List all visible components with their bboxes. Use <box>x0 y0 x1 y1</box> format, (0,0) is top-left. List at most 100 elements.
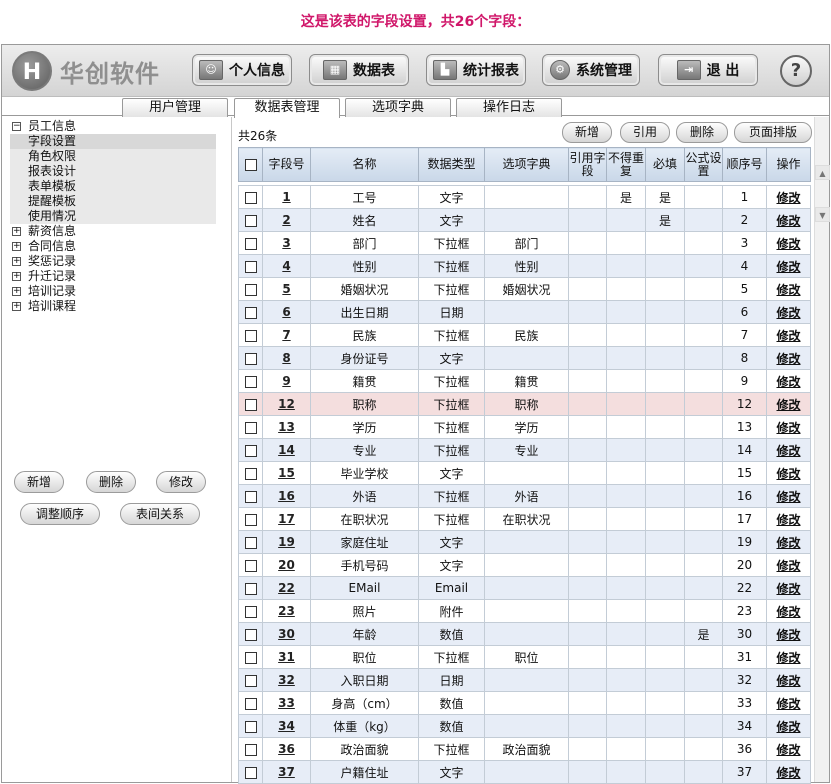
row-select-cell[interactable] <box>238 323 263 347</box>
expand-icon[interactable]: + <box>12 242 21 251</box>
row-select-cell[interactable] <box>238 231 263 255</box>
row-select-cell[interactable] <box>238 530 263 554</box>
nav-personal-info-button[interactable]: ☺ 个人信息 <box>192 54 292 86</box>
table-row[interactable]: 8 身份证号 文字 8 修改 <box>238 346 811 370</box>
table-row[interactable]: 23 照片 附件 23 修改 <box>238 599 811 623</box>
field-id-link[interactable]: 32 <box>262 668 311 692</box>
table-row[interactable]: 20 手机号码 文字 20 修改 <box>238 553 811 577</box>
edit-field-link[interactable]: 修改 <box>766 576 811 600</box>
tree-edit-button[interactable]: 修改 <box>156 471 206 493</box>
tree-node-reward-records[interactable]: + 奖惩记录 <box>10 254 216 269</box>
field-delete-button[interactable]: 删除 <box>676 122 728 143</box>
field-id-link[interactable]: 2 <box>262 208 311 232</box>
collapse-icon[interactable]: − <box>12 122 21 131</box>
row-checkbox[interactable] <box>244 421 257 434</box>
row-checkbox[interactable] <box>244 536 257 549</box>
row-checkbox[interactable] <box>244 628 257 641</box>
reorder-button[interactable]: 调整顺序 <box>20 503 100 525</box>
row-select-cell[interactable] <box>238 415 263 439</box>
row-checkbox[interactable] <box>244 375 257 388</box>
tree-node-contract-info[interactable]: + 合同信息 <box>10 239 216 254</box>
field-id-link[interactable]: 22 <box>262 576 311 600</box>
table-relation-button[interactable]: 表间关系 <box>120 503 200 525</box>
row-checkbox[interactable] <box>244 191 257 204</box>
row-checkbox[interactable] <box>244 513 257 526</box>
edit-field-link[interactable]: 修改 <box>766 599 811 623</box>
edit-field-link[interactable]: 修改 <box>766 760 811 784</box>
row-select-cell[interactable] <box>238 737 263 761</box>
tree-item-field-settings[interactable]: 字段设置 <box>10 134 216 149</box>
row-checkbox[interactable] <box>244 237 257 250</box>
edit-field-link[interactable]: 修改 <box>766 530 811 554</box>
row-checkbox[interactable] <box>244 697 257 710</box>
table-row[interactable]: 14 专业 下拉框 专业 14 修改 <box>238 438 811 462</box>
row-select-cell[interactable] <box>238 507 263 531</box>
select-all-header[interactable] <box>238 147 263 182</box>
row-checkbox[interactable] <box>244 352 257 365</box>
edit-field-link[interactable]: 修改 <box>766 484 811 508</box>
table-row[interactable]: 6 出生日期 日期 6 修改 <box>238 300 811 324</box>
table-row[interactable]: 13 学历 下拉框 学历 13 修改 <box>238 415 811 439</box>
row-checkbox[interactable] <box>244 674 257 687</box>
tab-datatable-management[interactable]: 数据表管理 <box>234 98 340 118</box>
table-row[interactable]: 2 姓名 文字是 2 修改 <box>238 208 811 232</box>
edit-field-link[interactable]: 修改 <box>766 622 811 646</box>
row-select-cell[interactable] <box>238 254 263 278</box>
row-checkbox[interactable] <box>244 743 257 756</box>
tab-operation-log[interactable]: 操作日志 <box>456 98 562 117</box>
edit-field-link[interactable]: 修改 <box>766 300 811 324</box>
expand-icon[interactable]: + <box>12 227 21 236</box>
edit-field-link[interactable]: 修改 <box>766 185 811 209</box>
nav-logout-button[interactable]: ⇥ 退 出 <box>658 54 758 86</box>
field-id-link[interactable]: 30 <box>262 622 311 646</box>
row-checkbox[interactable] <box>244 582 257 595</box>
tree-node-salary-info[interactable]: + 薪资信息 <box>10 224 216 239</box>
edit-field-link[interactable]: 修改 <box>766 323 811 347</box>
field-id-link[interactable]: 9 <box>262 369 311 393</box>
tree-add-button[interactable]: 新增 <box>14 471 64 493</box>
table-row[interactable]: 12 职称 下拉框 职称 12 修改 <box>238 392 811 416</box>
vertical-scrollbar[interactable]: ▲ ▼ <box>814 117 830 782</box>
tree-item-report-design[interactable]: 报表设计 <box>10 164 216 179</box>
row-select-cell[interactable] <box>238 300 263 324</box>
row-select-cell[interactable] <box>238 369 263 393</box>
edit-field-link[interactable]: 修改 <box>766 415 811 439</box>
table-row[interactable]: 33 身高（cm） 数值 33 修改 <box>238 691 811 715</box>
expand-icon[interactable]: + <box>12 272 21 281</box>
edit-field-link[interactable]: 修改 <box>766 645 811 669</box>
nav-data-table-button[interactable]: ▦ 数据表 <box>309 54 409 86</box>
edit-field-link[interactable]: 修改 <box>766 507 811 531</box>
table-row[interactable]: 36 政治面貌 下拉框 政治面貌 36 修改 <box>238 737 811 761</box>
row-checkbox[interactable] <box>244 720 257 733</box>
field-id-link[interactable]: 37 <box>262 760 311 784</box>
table-row[interactable]: 31 职位 下拉框 职位 31 修改 <box>238 645 811 669</box>
table-row[interactable]: 15 毕业学校 文字 15 修改 <box>238 461 811 485</box>
field-id-link[interactable]: 20 <box>262 553 311 577</box>
row-checkbox[interactable] <box>244 444 257 457</box>
row-select-cell[interactable] <box>238 553 263 577</box>
table-row[interactable]: 7 民族 下拉框 民族 7 修改 <box>238 323 811 347</box>
nav-system-admin-button[interactable]: ⚙ 系统管理 <box>542 54 640 86</box>
tree-node-promotion-records[interactable]: + 升迁记录 <box>10 269 216 284</box>
field-id-link[interactable]: 3 <box>262 231 311 255</box>
row-checkbox[interactable] <box>244 651 257 664</box>
row-select-cell[interactable] <box>238 760 263 784</box>
row-select-cell[interactable] <box>238 392 263 416</box>
field-id-link[interactable]: 7 <box>262 323 311 347</box>
tree-node-employee-info[interactable]: − 员工信息 <box>10 119 216 134</box>
edit-field-link[interactable]: 修改 <box>766 461 811 485</box>
field-id-link[interactable]: 23 <box>262 599 311 623</box>
row-select-cell[interactable] <box>238 346 263 370</box>
row-checkbox[interactable] <box>244 260 257 273</box>
field-id-link[interactable]: 16 <box>262 484 311 508</box>
row-checkbox[interactable] <box>244 490 257 503</box>
row-select-cell[interactable] <box>238 691 263 715</box>
row-select-cell[interactable] <box>238 277 263 301</box>
row-select-cell[interactable] <box>238 461 263 485</box>
tree-item-role-permissions[interactable]: 角色权限 <box>10 149 216 164</box>
field-id-link[interactable]: 14 <box>262 438 311 462</box>
scroll-down-icon[interactable]: ▼ <box>815 207 830 222</box>
tab-option-dictionary[interactable]: 选项字典 <box>345 98 451 117</box>
edit-field-link[interactable]: 修改 <box>766 668 811 692</box>
expand-icon[interactable]: + <box>12 302 21 311</box>
